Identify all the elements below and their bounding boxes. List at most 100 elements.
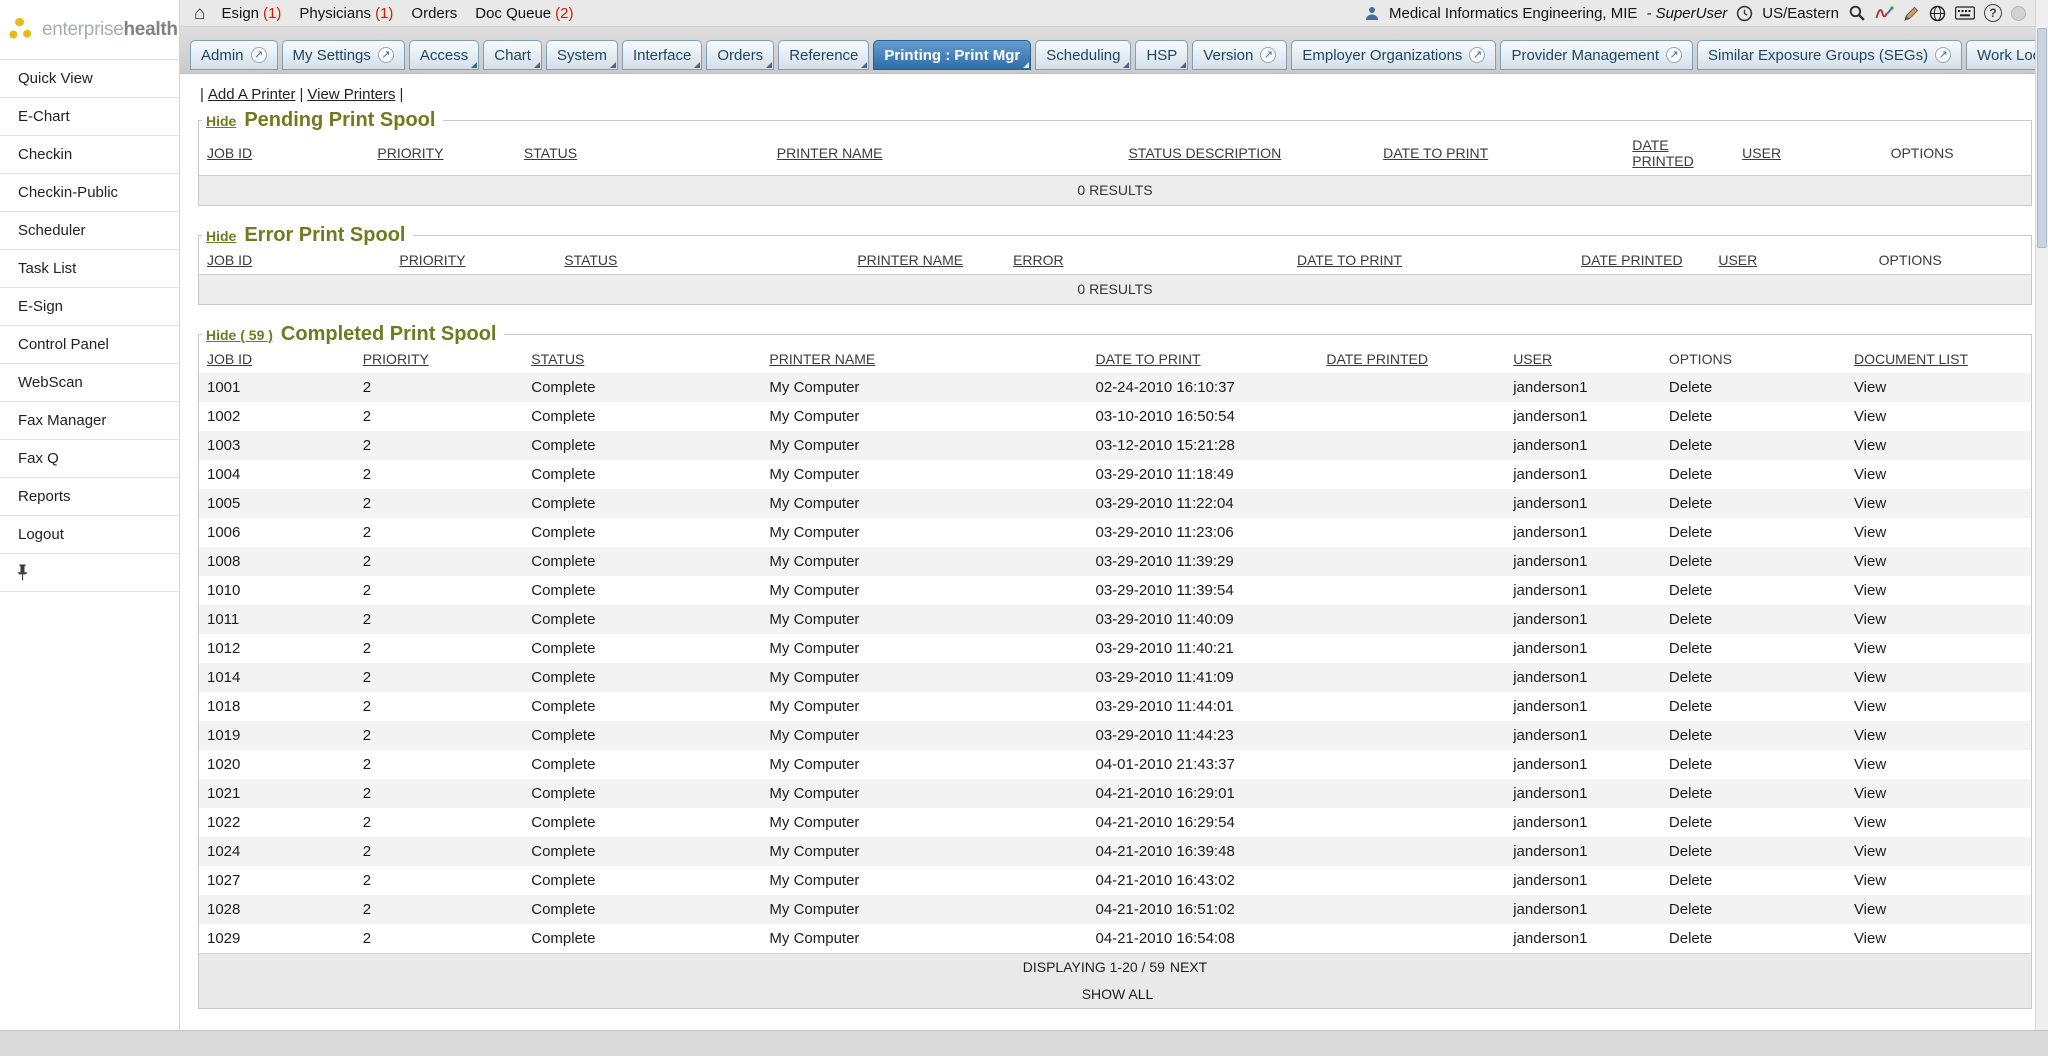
sidebar-item[interactable]: Task List xyxy=(0,250,179,288)
tab[interactable]: Orders ↗ xyxy=(706,40,774,70)
tab[interactable]: Interface ↗ xyxy=(622,40,702,70)
column-header[interactable]: USER xyxy=(1718,252,1757,268)
column-header[interactable]: PRIORITY xyxy=(377,145,443,161)
help-icon[interactable]: ? xyxy=(1984,4,2002,22)
view-link[interactable]: View xyxy=(1854,669,1886,686)
delete-link[interactable]: Delete xyxy=(1669,408,1712,425)
tab[interactable]: Version ↗ xyxy=(1192,40,1287,70)
sidebar-item[interactable]: Logout xyxy=(0,516,179,554)
view-link[interactable]: View xyxy=(1854,466,1886,483)
column-header[interactable]: USER xyxy=(1513,351,1552,367)
delete-link[interactable]: Delete xyxy=(1669,379,1712,396)
tab[interactable]: Employer Organizations ↗ xyxy=(1291,40,1496,70)
column-header[interactable]: USER xyxy=(1742,145,1781,161)
delete-link[interactable]: Delete xyxy=(1669,930,1712,947)
delete-link[interactable]: Delete xyxy=(1669,872,1712,889)
hide-error-link[interactable]: Hide xyxy=(206,228,236,244)
sidebar-item[interactable]: Quick View xyxy=(0,60,179,98)
view-link[interactable]: View xyxy=(1854,698,1886,715)
sidebar-item[interactable]: Control Panel xyxy=(0,326,179,364)
show-all-link[interactable]: SHOW ALL xyxy=(1082,986,1154,1002)
delete-link[interactable]: Delete xyxy=(1669,901,1712,918)
sidebar-item[interactable]: E-Chart xyxy=(0,98,179,136)
column-header[interactable]: JOB ID xyxy=(207,145,252,161)
column-header[interactable]: ERROR xyxy=(1013,252,1064,268)
tab[interactable]: Provider Management ↗ xyxy=(1500,40,1693,70)
sidebar-item[interactable]: Fax Manager xyxy=(0,402,179,440)
tab[interactable]: System ↗ xyxy=(546,40,618,70)
delete-link[interactable]: Delete xyxy=(1669,524,1712,541)
column-header[interactable]: OPTIONS xyxy=(1669,351,1732,367)
delete-link[interactable]: Delete xyxy=(1669,611,1712,628)
view-link[interactable]: View xyxy=(1854,785,1886,802)
column-header[interactable]: JOB ID xyxy=(207,252,252,268)
view-link[interactable]: View xyxy=(1854,495,1886,512)
column-header[interactable]: DATE TO PRINT xyxy=(1297,252,1402,268)
column-header[interactable]: OPTIONS xyxy=(1891,145,1954,161)
esign-icon[interactable] xyxy=(1875,5,1894,21)
column-header[interactable]: DATE TO PRINT xyxy=(1096,351,1201,367)
column-header[interactable]: PRINTER NAME xyxy=(769,351,875,367)
topbar-nav-item[interactable]: Esign(1) xyxy=(221,5,281,22)
sidebar-item[interactable]: WebScan xyxy=(0,364,179,402)
view-printers-link[interactable]: View Printers xyxy=(307,86,395,103)
topbar-nav-item[interactable]: Physicians(1) xyxy=(299,5,393,22)
clock-icon[interactable] xyxy=(1736,5,1753,22)
column-header[interactable]: PRIORITY xyxy=(363,351,429,367)
add-printer-link[interactable]: Add A Printer xyxy=(208,86,296,103)
sidebar-item[interactable]: Scheduler xyxy=(0,212,179,250)
view-link[interactable]: View xyxy=(1854,582,1886,599)
delete-link[interactable]: Delete xyxy=(1669,553,1712,570)
delete-link[interactable]: Delete xyxy=(1669,582,1712,599)
sidebar-item[interactable]: Checkin-Public xyxy=(0,174,179,212)
column-header[interactable]: STATUS DESCRIPTION xyxy=(1128,145,1281,161)
view-link[interactable]: View xyxy=(1854,756,1886,773)
delete-link[interactable]: Delete xyxy=(1669,727,1712,744)
column-header[interactable]: DATE PRINTED xyxy=(1326,351,1428,367)
view-link[interactable]: View xyxy=(1854,611,1886,628)
column-header[interactable]: JOB ID xyxy=(207,351,252,367)
sidebar-item[interactable]: E-Sign xyxy=(0,288,179,326)
sidebar-item[interactable]: Reports xyxy=(0,478,179,516)
keyboard-icon[interactable] xyxy=(1955,6,1975,20)
tab[interactable]: Reference ↗ xyxy=(778,40,869,70)
tab[interactable]: Scheduling ↗ xyxy=(1035,40,1131,70)
view-link[interactable]: View xyxy=(1854,437,1886,454)
scrollbar-thumb[interactable] xyxy=(2037,28,2047,248)
tab[interactable]: Printing : Print Mgr ↗ xyxy=(873,40,1031,70)
view-link[interactable]: View xyxy=(1854,640,1886,657)
topbar-nav-item[interactable]: Orders xyxy=(411,5,457,22)
column-header[interactable]: STATUS xyxy=(564,252,617,268)
hide-pending-link[interactable]: Hide xyxy=(206,113,236,129)
delete-link[interactable]: Delete xyxy=(1669,843,1712,860)
delete-link[interactable]: Delete xyxy=(1669,669,1712,686)
column-header[interactable]: PRIORITY xyxy=(399,252,465,268)
topbar-nav-item[interactable]: Doc Queue(2) xyxy=(475,5,573,22)
search-icon[interactable] xyxy=(1848,4,1866,22)
column-header[interactable]: DOCUMENT LIST xyxy=(1854,351,1968,367)
column-header[interactable]: OPTIONS xyxy=(1879,252,1942,268)
home-icon[interactable]: ⌂ xyxy=(194,4,205,23)
view-link[interactable]: View xyxy=(1854,553,1886,570)
tab[interactable]: HSP ↗ xyxy=(1135,40,1188,70)
delete-link[interactable]: Delete xyxy=(1669,640,1712,657)
hide-completed-link[interactable]: Hide ( 59 ) xyxy=(206,327,273,343)
delete-link[interactable]: Delete xyxy=(1669,437,1712,454)
tab[interactable]: My Settings ↗ xyxy=(282,40,405,70)
next-page-link[interactable]: NEXT xyxy=(1170,959,1207,975)
view-link[interactable]: View xyxy=(1854,814,1886,831)
view-link[interactable]: View xyxy=(1854,901,1886,918)
view-link[interactable]: View xyxy=(1854,379,1886,396)
tab[interactable]: Similar Exposure Groups (SEGs) ↗ xyxy=(1697,40,1962,70)
globe-icon[interactable] xyxy=(1929,5,1946,22)
tab[interactable]: Access ↗ xyxy=(409,40,479,70)
column-header[interactable]: PRINTER NAME xyxy=(777,145,883,161)
view-link[interactable]: View xyxy=(1854,872,1886,889)
pin-icon[interactable] xyxy=(16,564,29,581)
column-header[interactable]: STATUS xyxy=(531,351,584,367)
view-link[interactable]: View xyxy=(1854,727,1886,744)
column-header[interactable]: DATE PRINTED xyxy=(1581,252,1683,268)
column-header[interactable]: DATE PRINTED xyxy=(1632,137,1693,169)
sidebar-item[interactable]: Fax Q xyxy=(0,440,179,478)
tab[interactable]: Admin ↗ xyxy=(190,40,278,70)
